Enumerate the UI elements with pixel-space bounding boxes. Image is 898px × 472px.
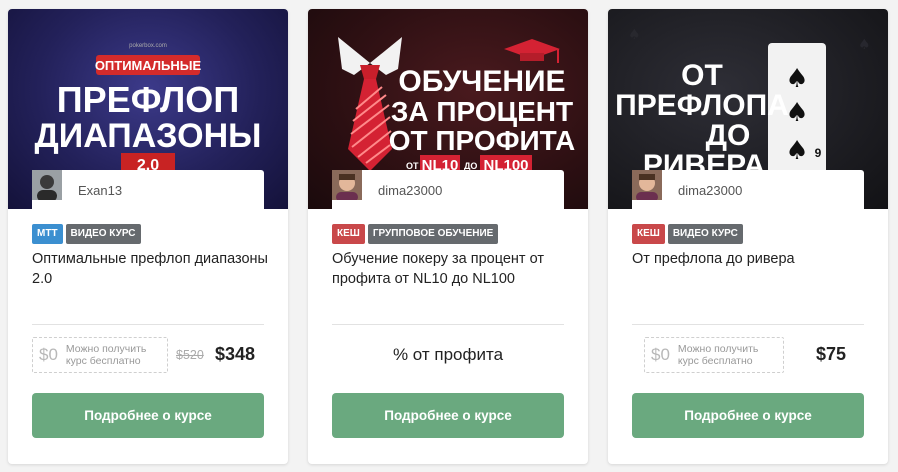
banner-site-text: pokerbox.com: [129, 43, 167, 49]
free-offer-text: Можно получить курс бесплатно: [65, 343, 147, 367]
course-card[interactable]: ОБУЧЕНИЕ ЗА ПРОЦЕНТ ОТ ПРОФИТА ОТ NL10 Д…: [308, 9, 588, 464]
course-banner-image[interactable]: ОБУЧЕНИЕ ЗА ПРОЦЕНТ ОТ ПРОФИТА ОТ NL10 Д…: [308, 9, 588, 209]
course-price: $348: [215, 344, 256, 364]
course-price: % от профита: [392, 345, 504, 364]
spade-icon: ♠: [785, 136, 808, 166]
course-title[interactable]: От префлопа до ривера: [632, 249, 868, 269]
author-block[interactable]: dima23000: [332, 170, 564, 209]
course-details-button[interactable]: Подробнее о курсе: [32, 393, 264, 438]
tag-badge: ВИДЕО КУРС: [667, 224, 743, 244]
card-rank: 9: [815, 146, 822, 160]
old-price: $520: [176, 348, 204, 362]
author-block[interactable]: dima23000: [632, 170, 864, 209]
course-banner-image[interactable]: pokerbox.com ОПТИМАЛЬНЫЕ ПРЕФЛОП ДИАПАЗО…: [8, 9, 288, 209]
course-details-button[interactable]: Подробнее о курсе: [332, 393, 564, 438]
author-avatar[interactable]: [632, 170, 670, 205]
free-price: $0: [39, 345, 58, 364]
svg-text:♠: ♠: [628, 27, 641, 43]
tag-list: КЕШ ГРУППОВОЕ ОБУЧЕНИЕ: [332, 224, 499, 244]
banner-line1: ПРЕФЛОП: [57, 79, 239, 120]
divider: [632, 324, 864, 325]
free-offer-text: Можно получить курс бесплатно: [677, 343, 759, 367]
course-details-button[interactable]: Подробнее о курсе: [632, 393, 864, 438]
tie-body: [348, 79, 392, 171]
divider: [32, 324, 264, 325]
course-card[interactable]: ♠ ♠ ♠ ♠ ♠ ♠ ♠ ♠ 9 ОТ ПРЕФЛОПА ДО РИВЕРА: [608, 9, 888, 464]
author-name[interactable]: Exan13: [78, 183, 122, 198]
tag-list: MTT ВИДЕО КУРС: [32, 224, 141, 244]
free-price: $0: [651, 345, 670, 364]
author-name[interactable]: dima23000: [678, 183, 742, 198]
author-avatar[interactable]: [332, 170, 370, 205]
banner-line2: ЗА ПРОЦЕНТ: [391, 96, 573, 127]
course-card[interactable]: pokerbox.com ОПТИМАЛЬНЫЕ ПРЕФЛОП ДИАПАЗО…: [8, 9, 288, 464]
banner-line3: ДО: [706, 119, 751, 152]
banner-line2: ПРЕФЛОПА: [615, 89, 789, 122]
tag-badge: КЕШ: [632, 224, 665, 244]
banner-line2: ДИАПАЗОНЫ: [35, 117, 262, 155]
course-title[interactable]: Оптимальные префлоп диапазоны 2.0: [32, 249, 268, 289]
banner-line1: ОТ: [681, 59, 723, 92]
banner-ribbon-text: ОПТИМАЛЬНЫЕ: [95, 58, 202, 73]
tag-badge: КЕШ: [332, 224, 365, 244]
tag-badge: MTT: [32, 224, 63, 244]
tag-badge: ВИДЕО КУРС: [65, 224, 141, 244]
tag-badge: ГРУППОВОЕ ОБУЧЕНИЕ: [367, 224, 499, 244]
course-price: $75: [816, 344, 847, 364]
svg-text:♠: ♠: [858, 37, 871, 53]
course-title[interactable]: Обучение покеру за процент от профита от…: [332, 249, 568, 289]
course-banner-image[interactable]: ♠ ♠ ♠ ♠ ♠ ♠ ♠ ♠ 9 ОТ ПРЕФЛОПА ДО РИВЕРА: [608, 9, 888, 209]
banner-line1: ОБУЧЕНИЕ: [398, 65, 565, 98]
free-offer-box[interactable]: $0 Можно получить курс бесплатно: [32, 337, 168, 373]
author-block[interactable]: Exan13: [32, 170, 264, 209]
banner-line3: ОТ ПРОФИТА: [389, 125, 575, 156]
tag-list: КЕШ ВИДЕО КУРС: [632, 224, 743, 244]
author-avatar[interactable]: [32, 170, 70, 205]
course-grid: pokerbox.com ОПТИМАЛЬНЫЕ ПРЕФЛОП ДИАПАЗО…: [0, 0, 898, 472]
free-offer-box[interactable]: $0 Можно получить курс бесплатно: [644, 337, 784, 373]
tie-knot: [360, 65, 380, 79]
author-name[interactable]: dima23000: [378, 183, 442, 198]
divider: [332, 324, 564, 325]
